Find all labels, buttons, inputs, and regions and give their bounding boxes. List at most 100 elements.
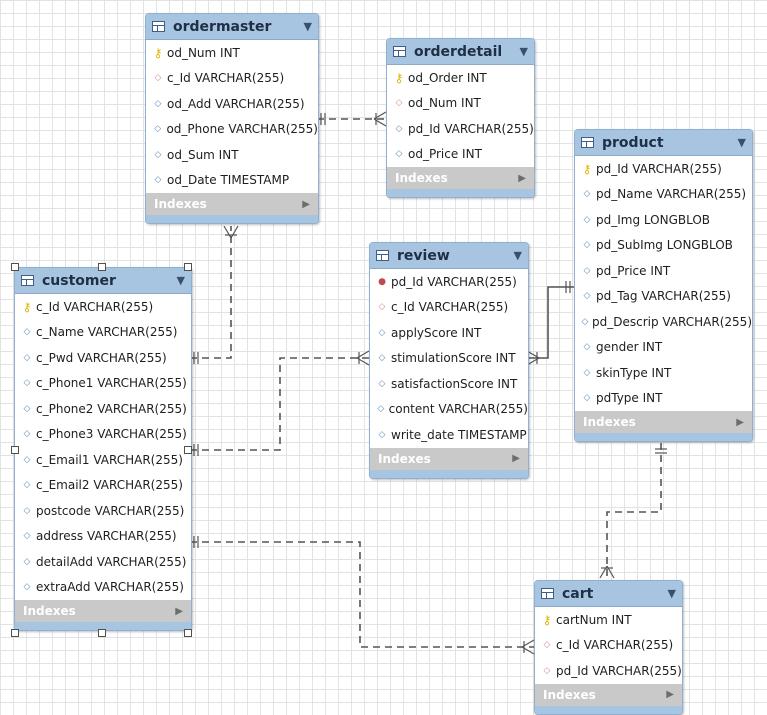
indexes-bar[interactable]: Indexes ▶ bbox=[387, 167, 534, 189]
table-orderdetail[interactable]: orderdetail ▼ ⚷ od_Order INT ◇ od_Num INT ◇ p… bbox=[386, 38, 535, 198]
selection-handle[interactable] bbox=[11, 446, 19, 454]
column-row[interactable]: ⚷ od_Order INT bbox=[387, 65, 534, 91]
indexes-bar[interactable]: Indexes ▶ bbox=[15, 600, 191, 622]
column-row[interactable]: ◇ write_date TIMESTAMP bbox=[370, 422, 528, 448]
column-row[interactable]: ◇ c_Phone2 VARCHAR(255) bbox=[15, 396, 191, 422]
indexes-bar[interactable]: Indexes ▶ bbox=[146, 193, 318, 215]
expand-arrow-icon[interactable]: ▶ bbox=[518, 173, 526, 184]
column-icon: ◇ bbox=[378, 353, 386, 364]
column-row[interactable]: ◇ pd_Descrip VARCHAR(255) bbox=[575, 309, 752, 335]
collapse-arrow-icon[interactable]: ▼ bbox=[304, 20, 312, 33]
column-icon: ◇ bbox=[23, 454, 31, 465]
column-row[interactable]: ◇ postcode VARCHAR(255) bbox=[15, 498, 191, 524]
expand-arrow-icon[interactable]: ▶ bbox=[666, 689, 674, 700]
rel-customer-review[interactable] bbox=[190, 357, 369, 451]
expand-arrow-icon[interactable]: ▶ bbox=[512, 453, 520, 464]
column-row[interactable]: ◇ gender INT bbox=[575, 335, 752, 361]
column-row[interactable]: ⚷ c_Id VARCHAR(255) bbox=[15, 294, 191, 320]
column-row[interactable]: ◇ od_Date TIMESTAMP bbox=[146, 168, 318, 194]
column-row[interactable]: ◇ c_Phone3 VARCHAR(255) bbox=[15, 422, 191, 448]
column-row[interactable]: ⚷ od_Num INT bbox=[146, 40, 318, 66]
table-ordermaster[interactable]: ordermaster ▼ ⚷ od_Num INT ◇ c_Id VARCHAR(2… bbox=[145, 13, 319, 224]
rel-product-cart[interactable] bbox=[606, 443, 662, 578]
table-header[interactable]: product ▼ bbox=[575, 130, 752, 156]
column-row[interactable]: ◇ pd_Name VARCHAR(255) bbox=[575, 182, 752, 208]
column-label: applyScore INT bbox=[391, 325, 482, 340]
column-icon: ◇ bbox=[583, 342, 591, 353]
column-row[interactable]: ◇ satisfactionScore INT bbox=[370, 371, 528, 397]
collapse-arrow-icon[interactable]: ▼ bbox=[520, 45, 528, 58]
column-row[interactable]: ◇ address VARCHAR(255) bbox=[15, 524, 191, 550]
column-row[interactable]: ◇ pd_Id VARCHAR(255) bbox=[387, 116, 534, 142]
column-row[interactable]: ◇ c_Email2 VARCHAR(255) bbox=[15, 473, 191, 499]
selection-handle[interactable] bbox=[98, 629, 106, 637]
table-cart[interactable]: cart ▼ ⚷ cartNum INT ◇ c_Id VARCHAR(255) ◇ pd… bbox=[534, 580, 683, 715]
collapse-arrow-icon[interactable]: ▼ bbox=[514, 249, 522, 262]
column-row[interactable]: ◇ c_Phone1 VARCHAR(255) bbox=[15, 371, 191, 397]
table-header[interactable]: review ▼ bbox=[370, 243, 528, 269]
collapse-arrow-icon[interactable]: ▼ bbox=[177, 274, 185, 287]
rel-customer-cart[interactable] bbox=[190, 541, 534, 648]
expand-arrow-icon[interactable]: ▶ bbox=[302, 199, 310, 210]
column-row[interactable]: ◇ pd_Id VARCHAR(255) bbox=[535, 658, 682, 684]
column-list: ⚷ od_Order INT ◇ od_Num INT ◇ pd_Id VARCHAR(2… bbox=[387, 65, 534, 167]
table-header[interactable]: cart ▼ bbox=[535, 581, 682, 607]
column-row[interactable]: ◇ content VARCHAR(255) bbox=[370, 397, 528, 423]
column-row[interactable]: ◇ detailAdd VARCHAR(255) bbox=[15, 549, 191, 575]
column-row[interactable]: ◇ pd_Img LONGBLOB bbox=[575, 207, 752, 233]
column-row[interactable]: ◇ c_Id VARCHAR(255) bbox=[370, 295, 528, 321]
column-row[interactable]: ◇ applyScore INT bbox=[370, 320, 528, 346]
column-row[interactable]: ◇ c_Id VARCHAR(255) bbox=[535, 633, 682, 659]
column-row[interactable]: ◇ od_Sum INT bbox=[146, 142, 318, 168]
indexes-label: Indexes bbox=[543, 687, 596, 702]
column-icon: ◇ bbox=[23, 429, 31, 440]
column-row[interactable]: ● pd_Id VARCHAR(255) bbox=[370, 269, 528, 295]
column-row[interactable]: ◇ pd_Price INT bbox=[575, 258, 752, 284]
column-row[interactable]: ◇ stimulationScore INT bbox=[370, 346, 528, 372]
column-row[interactable]: ◇ pd_SubImg LONGBLOB bbox=[575, 233, 752, 259]
column-row[interactable]: ◇ pd_Tag VARCHAR(255) bbox=[575, 284, 752, 310]
indexes-label: Indexes bbox=[23, 604, 76, 618]
column-row[interactable]: ◇ skinType INT bbox=[575, 360, 752, 386]
column-row[interactable]: ◇ pdType INT bbox=[575, 386, 752, 412]
collapse-arrow-icon[interactable]: ▼ bbox=[668, 587, 676, 600]
column-row[interactable]: ◇ extraAdd VARCHAR(255) bbox=[15, 575, 191, 601]
table-product[interactable]: product ▼ ⚷ pd_Id VARCHAR(255) ◇ pd_Name VA… bbox=[574, 129, 753, 442]
selection-handle[interactable] bbox=[11, 629, 19, 637]
rel-customer-ordermaster[interactable] bbox=[190, 226, 232, 359]
table-customer[interactable]: customer ▼ ⚷ c_Id VARCHAR(255) ◇ c_Name VAR… bbox=[14, 267, 192, 631]
indexes-bar[interactable]: Indexes ▶ bbox=[575, 411, 752, 433]
selection-handle[interactable] bbox=[98, 263, 106, 271]
column-icon: ◇ bbox=[23, 403, 31, 414]
column-row[interactable]: ◇ c_Id VARCHAR(255) bbox=[146, 66, 318, 92]
column-row[interactable]: ◇ c_Name VARCHAR(255) bbox=[15, 320, 191, 346]
table-review[interactable]: review ▼ ● pd_Id VARCHAR(255) ◇ c_Id VARCHA… bbox=[369, 242, 529, 479]
column-row[interactable]: ◇ od_Num INT bbox=[387, 91, 534, 117]
column-label: c_Phone1 VARCHAR(255) bbox=[36, 376, 187, 391]
column-row[interactable]: ◇ od_Phone VARCHAR(255) bbox=[146, 117, 318, 143]
column-row[interactable]: ◇ od_Price INT bbox=[387, 142, 534, 168]
column-label: postcode VARCHAR(255) bbox=[36, 503, 185, 518]
expand-arrow-icon[interactable]: ▶ bbox=[175, 606, 183, 617]
indexes-bar[interactable]: Indexes ▶ bbox=[370, 447, 528, 470]
table-header[interactable]: orderdetail ▼ bbox=[387, 39, 534, 65]
selection-handle[interactable] bbox=[11, 263, 19, 271]
rel-product-review[interactable] bbox=[527, 286, 574, 359]
column-row[interactable]: ⚷ pd_Id VARCHAR(255) bbox=[575, 156, 752, 182]
indexes-bar[interactable]: Indexes ▶ bbox=[535, 683, 682, 706]
expand-arrow-icon[interactable]: ▶ bbox=[736, 417, 744, 428]
table-header[interactable]: customer ▼ bbox=[15, 268, 191, 294]
collapse-arrow-icon[interactable]: ▼ bbox=[738, 136, 746, 149]
column-row[interactable]: ◇ c_Pwd VARCHAR(255) bbox=[15, 345, 191, 371]
column-row[interactable]: ◇ c_Email1 VARCHAR(255) bbox=[15, 447, 191, 473]
column-label: pd_SubImg LONGBLOB bbox=[596, 238, 733, 253]
selection-handle[interactable] bbox=[184, 263, 192, 271]
column-row[interactable]: ◇ od_Add VARCHAR(255) bbox=[146, 91, 318, 117]
selection-handle[interactable] bbox=[184, 629, 192, 637]
selection-handle[interactable] bbox=[184, 446, 192, 454]
table-header[interactable]: ordermaster ▼ bbox=[146, 14, 318, 40]
column-label: gender INT bbox=[596, 340, 663, 355]
column-icon: ◇ bbox=[154, 124, 162, 135]
column-row[interactable]: ⚷ cartNum INT bbox=[535, 607, 682, 633]
column-label: pd_Img LONGBLOB bbox=[596, 212, 711, 227]
